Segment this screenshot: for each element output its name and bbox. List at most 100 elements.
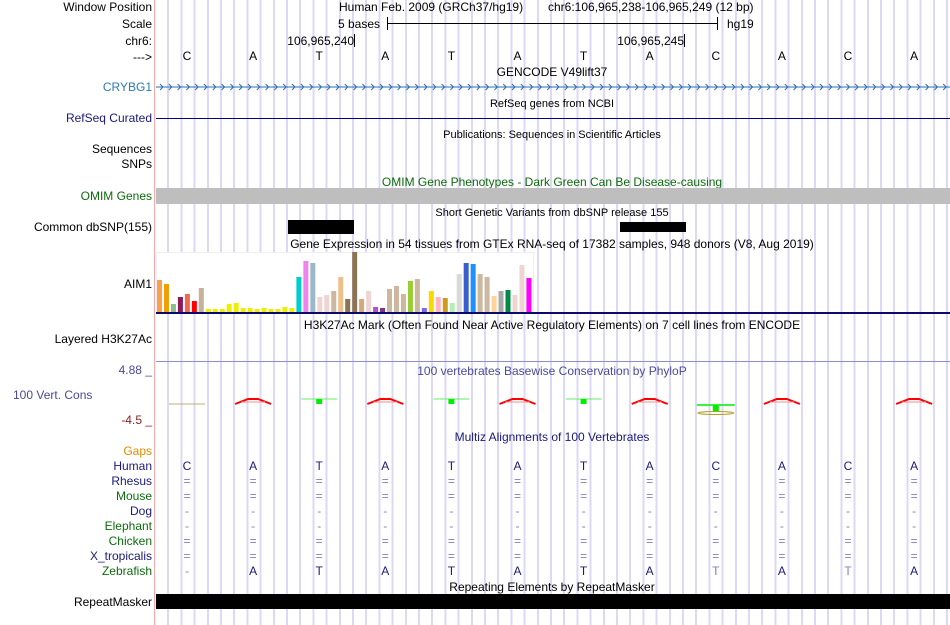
gtex-tissue-bar[interactable] bbox=[226, 304, 232, 312]
gtex-tissue-bar[interactable] bbox=[421, 308, 427, 312]
gtex-tissue-bar[interactable] bbox=[435, 297, 441, 312]
h3k27-label[interactable]: Layered H3K27Ac bbox=[55, 332, 152, 346]
gtex-tissue-bar[interactable] bbox=[331, 291, 337, 312]
position-text[interactable]: chr6:106,965,238-106,965,249 (12 bp) bbox=[548, 0, 754, 14]
gtex-tissue-bar[interactable] bbox=[498, 291, 504, 312]
gtex-tissue-bar[interactable] bbox=[519, 265, 525, 312]
alignment-base: A bbox=[910, 459, 919, 473]
species-label[interactable]: Elephant bbox=[105, 519, 152, 533]
gtex-tissue-bar[interactable] bbox=[470, 264, 476, 312]
snp-feature[interactable] bbox=[288, 220, 354, 234]
gtex-tissue-bar[interactable] bbox=[247, 308, 253, 312]
alignment-base: = bbox=[910, 534, 918, 548]
gtex-tissue-bar[interactable] bbox=[324, 295, 330, 312]
rmsk-label[interactable]: RepeatMasker bbox=[74, 595, 152, 609]
species-label[interactable]: Chicken bbox=[109, 534, 152, 548]
species-label[interactable]: Zebrafish bbox=[102, 564, 152, 578]
gtex-tissue-bar[interactable] bbox=[380, 308, 386, 312]
gencode-label[interactable]: CRYBG1 bbox=[103, 80, 152, 94]
refseq-gene-line[interactable] bbox=[156, 118, 950, 119]
gtex-tissue-bar[interactable] bbox=[449, 303, 455, 312]
species-label[interactable]: Human bbox=[113, 459, 152, 473]
alignment-base: = bbox=[447, 534, 455, 548]
gtex-tissue-bar[interactable] bbox=[240, 308, 246, 312]
gtex-tissue-bar[interactable] bbox=[414, 279, 420, 312]
gtex-tissue-bar[interactable] bbox=[366, 291, 372, 312]
gtex-tissue-bar[interactable] bbox=[463, 263, 469, 312]
gtex-tissue-bar[interactable] bbox=[254, 309, 260, 312]
species-label[interactable]: Rhesus bbox=[111, 474, 152, 488]
omim-title[interactable]: OMIM Gene Phenotypes - Dark Green Can Be… bbox=[382, 175, 722, 189]
snp-feature[interactable] bbox=[620, 222, 686, 232]
pubs-label-snps[interactable]: SNPs bbox=[121, 157, 152, 171]
alignment-base: = bbox=[315, 534, 323, 548]
gtex-tissue-bar[interactable] bbox=[477, 274, 483, 312]
gtex-tissue-bar[interactable] bbox=[303, 261, 309, 312]
gtex-tissue-bar[interactable] bbox=[157, 280, 162, 312]
gtex-tissue-bar[interactable] bbox=[275, 309, 281, 312]
alignment-base: A bbox=[513, 459, 522, 473]
gtex-tissue-bar[interactable] bbox=[505, 290, 511, 312]
gtex-tissue-bar[interactable] bbox=[512, 295, 518, 312]
gtex-label[interactable]: AIM1 bbox=[124, 277, 152, 291]
h3k27-title[interactable]: H3K27Ac Mark (Often Found Near Active Re… bbox=[304, 318, 800, 332]
gtex-tissue-bar[interactable] bbox=[407, 281, 413, 312]
gtex-tissue-bar[interactable] bbox=[177, 297, 183, 312]
alignment-base: T bbox=[579, 459, 588, 473]
species-label[interactable]: X_tropicalis bbox=[90, 549, 152, 563]
gtex-tissue-bar[interactable] bbox=[428, 291, 434, 312]
gtex-title[interactable]: Gene Expression in 54 tissues from GTEx … bbox=[290, 237, 814, 251]
gtex-tissue-bar[interactable] bbox=[191, 301, 197, 312]
refseq-label[interactable]: RefSeq Curated bbox=[66, 111, 152, 125]
gtex-tissue-bar[interactable] bbox=[373, 307, 379, 312]
gtex-tissue-bar[interactable] bbox=[484, 277, 490, 312]
crybg1-gene-line[interactable] bbox=[156, 82, 950, 92]
gtex-gene-line bbox=[156, 312, 950, 314]
gtex-tissue-bar[interactable] bbox=[345, 299, 351, 312]
species-label[interactable]: Mouse bbox=[116, 489, 152, 503]
pubs-label-sequences[interactable]: Sequences bbox=[92, 142, 152, 156]
dbsnp-title[interactable]: Short Genetic Variants from dbSNP releas… bbox=[435, 206, 668, 220]
phylop-mark-neg bbox=[763, 398, 801, 405]
gtex-tissue-bar[interactable] bbox=[282, 307, 288, 312]
gtex-tissue-bar[interactable] bbox=[359, 299, 365, 312]
pubs-title[interactable]: Publications: Sequences in Scientific Ar… bbox=[443, 128, 661, 142]
omim-gene-bar[interactable] bbox=[156, 188, 950, 204]
refseq-title[interactable]: RefSeq genes from NCBI bbox=[490, 97, 614, 111]
gtex-tissue-bar[interactable] bbox=[289, 308, 295, 312]
rmsk-title[interactable]: Repeating Elements by RepeatMasker bbox=[449, 580, 654, 594]
gtex-tissue-bar[interactable] bbox=[163, 284, 169, 312]
gencode-title[interactable]: GENCODE V49lift37 bbox=[497, 65, 608, 79]
repeat-element-bar[interactable] bbox=[156, 594, 950, 609]
dbsnp-label[interactable]: Common dbSNP(155) bbox=[34, 220, 152, 234]
gtex-tissue-bar[interactable] bbox=[212, 309, 218, 312]
gtex-bar-chart[interactable] bbox=[156, 250, 950, 316]
gtex-tissue-bar[interactable] bbox=[400, 294, 406, 312]
phylop-plot[interactable] bbox=[156, 390, 950, 420]
gtex-tissue-bar[interactable] bbox=[233, 303, 239, 312]
gtex-tissue-bar[interactable] bbox=[456, 274, 462, 312]
gtex-tissue-bar[interactable] bbox=[268, 309, 274, 312]
gtex-tissue-bar[interactable] bbox=[261, 308, 267, 312]
gtex-tissue-bar[interactable] bbox=[442, 298, 448, 312]
gtex-tissue-bar[interactable] bbox=[219, 309, 225, 312]
gtex-tissue-bar[interactable] bbox=[198, 288, 204, 312]
phylop-label[interactable]: 100 Vert. Cons bbox=[13, 388, 92, 402]
multiz-title[interactable]: Multiz Alignments of 100 Vertebrates bbox=[455, 430, 650, 444]
gtex-tissue-bar[interactable] bbox=[352, 252, 358, 312]
gtex-tissue-bar[interactable] bbox=[170, 304, 176, 312]
gtex-tissue-bar[interactable] bbox=[205, 309, 211, 312]
gtex-tissue-bar[interactable] bbox=[526, 278, 532, 312]
phylop-title[interactable]: 100 vertebrates Basewise Conservation by… bbox=[417, 364, 686, 378]
omim-label[interactable]: OMIM Genes bbox=[81, 189, 152, 203]
h3k27-baseline bbox=[156, 361, 950, 362]
species-label[interactable]: Dog bbox=[130, 504, 152, 518]
gtex-tissue-bar[interactable] bbox=[338, 277, 344, 312]
gtex-tissue-bar[interactable] bbox=[310, 263, 316, 312]
gtex-tissue-bar[interactable] bbox=[184, 294, 190, 312]
gtex-tissue-bar[interactable] bbox=[317, 297, 323, 312]
gtex-tissue-bar[interactable] bbox=[387, 289, 393, 312]
gtex-tissue-bar[interactable] bbox=[393, 286, 399, 312]
gtex-tissue-bar[interactable] bbox=[491, 296, 497, 312]
gtex-tissue-bar[interactable] bbox=[296, 277, 302, 312]
